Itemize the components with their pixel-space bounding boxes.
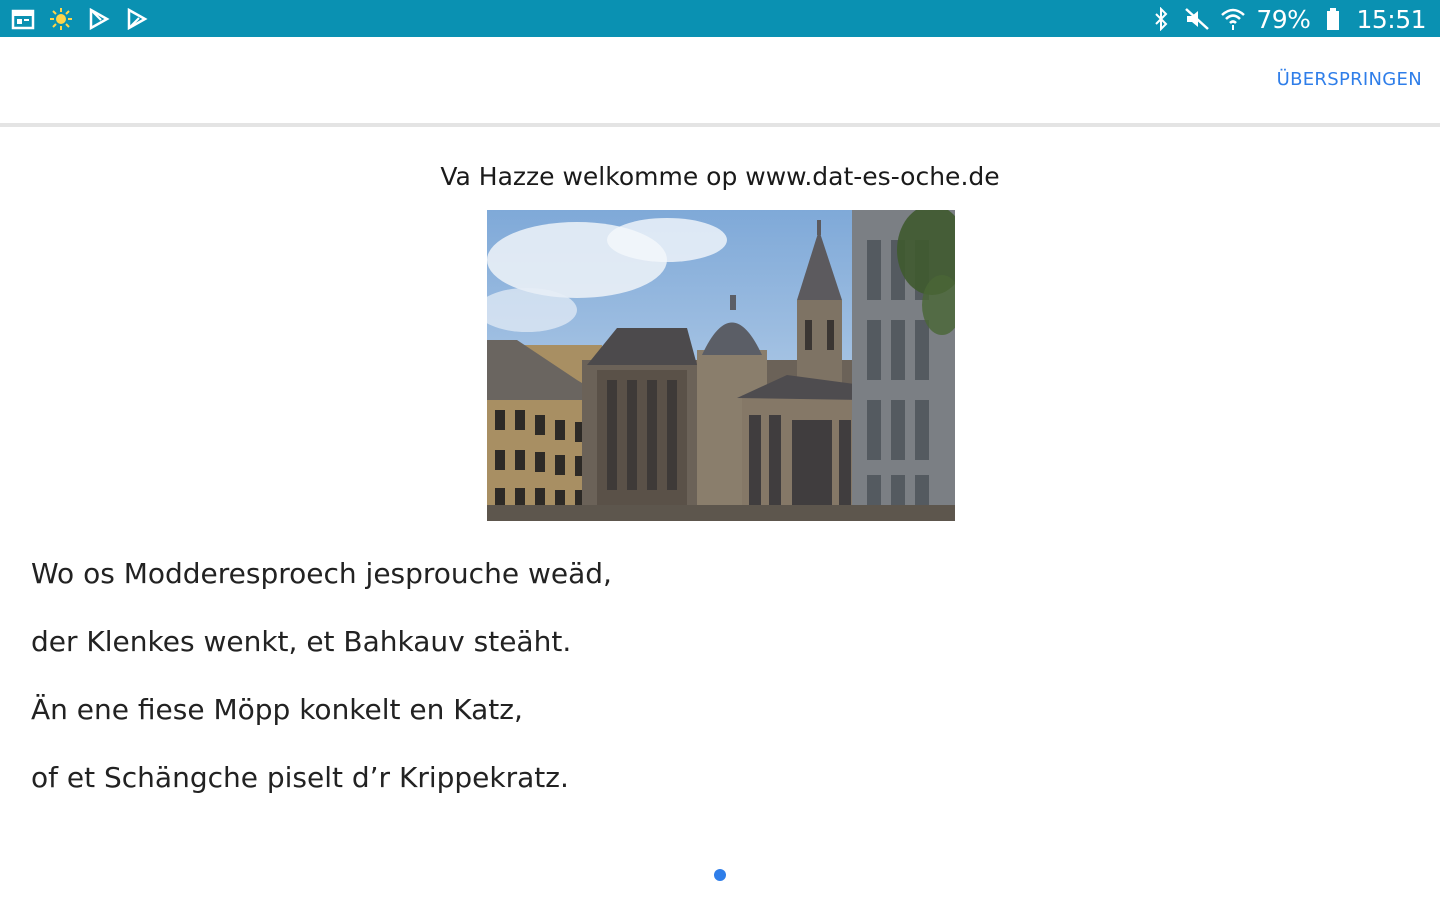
status-bar: 79% 15:51 xyxy=(0,0,1440,37)
mute-icon xyxy=(1184,6,1210,32)
calendar-icon xyxy=(10,6,36,32)
notification-icons xyxy=(10,6,150,32)
play-store-icon xyxy=(86,6,112,32)
cathedral-photo xyxy=(487,210,955,521)
system-status: 79% 15:51 xyxy=(1148,4,1426,34)
clock: 15:51 xyxy=(1356,4,1426,34)
page-indicator-dot xyxy=(714,869,726,881)
poem-line: of et Schängche piselt d’r Krippekratz. xyxy=(31,761,569,794)
poem-line: Wo os Modderesproech jesprouche weäd, xyxy=(31,557,612,590)
skip-button[interactable]: ÜBERSPRINGEN xyxy=(1277,69,1422,90)
battery-percent: 79% xyxy=(1256,4,1311,34)
play-store-icon xyxy=(124,6,150,32)
poem: Wo os Modderesproech jesprouche weäd, de… xyxy=(31,552,612,824)
battery-icon xyxy=(1320,6,1346,32)
bluetooth-icon xyxy=(1148,6,1174,32)
page-title: Va Hazze welkomme op www.dat-es-oche.de xyxy=(440,162,1000,191)
poem-line: Än ene fiese Möpp konkelt en Katz, xyxy=(31,693,523,726)
poem-line: der Klenkes wenkt, et Bahkauv steäht. xyxy=(31,625,572,658)
app-bar: ÜBERSPRINGEN xyxy=(0,37,1440,127)
brightness-icon xyxy=(48,6,74,32)
wifi-icon xyxy=(1220,6,1246,32)
